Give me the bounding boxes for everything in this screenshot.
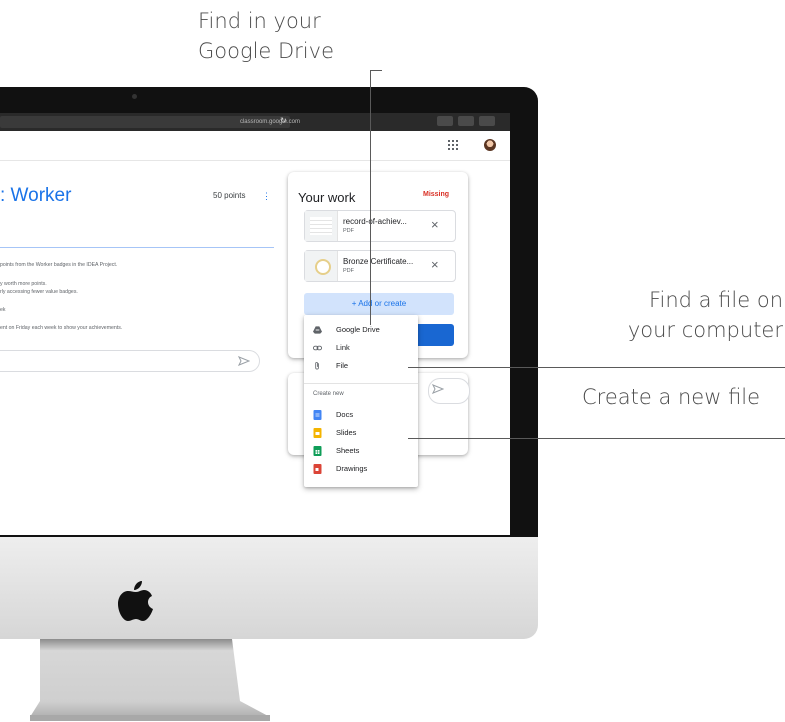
menu-item-label: Slides: [336, 428, 357, 437]
avatar[interactable]: [484, 139, 496, 151]
remove-attachment-icon[interactable]: ×: [431, 218, 439, 232]
menu-item-sheets[interactable]: Sheets: [304, 442, 418, 460]
your-work-title: Your work: [298, 190, 356, 205]
sheets-icon: [313, 446, 322, 456]
menu-item-docs[interactable]: Docs: [304, 406, 418, 424]
slides-icon: [313, 428, 322, 438]
apple-logo-icon: [118, 581, 153, 621]
description-line: rly accessing fewer value badges.: [0, 289, 78, 295]
screen: classroom.google.com ↻ : Worker 50 point…: [0, 113, 510, 535]
remove-attachment-icon[interactable]: ×: [431, 258, 439, 272]
callout-create: Create a new file: [582, 385, 761, 409]
add-or-create-label: + Add or create: [351, 299, 407, 308]
webcam: [132, 94, 137, 99]
leader-line-computer: [408, 367, 785, 368]
attachment[interactable]: Bronze Certificate... PDF ×: [304, 250, 456, 282]
file-type: PDF: [343, 228, 354, 234]
leader-line-create: [408, 438, 785, 439]
imac-chin: [0, 537, 538, 639]
callout-drive-line2: Google Drive: [198, 39, 334, 63]
description-line: y worth more points.: [0, 281, 47, 287]
attachment[interactable]: record-of-achiev... PDF ×: [304, 210, 456, 242]
leader-line-drive-horizontal: [370, 70, 382, 71]
menu-item-slides[interactable]: Slides: [304, 424, 418, 442]
callout-computer-line1: Find a file on: [648, 288, 783, 312]
google-drive-icon: [313, 326, 322, 334]
status-badge: Missing: [423, 191, 450, 198]
new-tab-button[interactable]: [479, 116, 495, 126]
address-url: classroom.google.com: [239, 119, 300, 125]
leader-line-drive-vertical: [370, 70, 371, 325]
header-divider: [0, 160, 510, 161]
docs-icon: [313, 410, 322, 420]
browser-toolbar: classroom.google.com ↻: [0, 113, 510, 131]
callout-drive: Find in your Google Drive: [198, 6, 334, 66]
menu-item-label: Link: [336, 343, 350, 352]
tabs-button[interactable]: [458, 116, 474, 126]
menu-item-file[interactable]: File: [304, 357, 418, 375]
apps-grid-icon[interactable]: [448, 140, 458, 150]
menu-item-label: Google Drive: [336, 325, 380, 334]
menu-divider: [304, 383, 418, 384]
menu-item-label: Docs: [336, 410, 354, 419]
class-comment-input[interactable]: [0, 350, 260, 372]
send-icon[interactable]: [238, 356, 250, 366]
callout-computer: Find a file on your computer: [603, 285, 783, 345]
assignment-title: : Worker: [0, 185, 72, 206]
turn-in-button[interactable]: [414, 324, 454, 346]
add-or-create-menu: Google Drive Link File Create new Docs S…: [304, 315, 418, 487]
callout-computer-line2: your computer: [627, 318, 783, 342]
drawings-icon: [313, 464, 322, 474]
callout-drive-line1: Find in your: [198, 9, 321, 33]
imac-stand: [30, 639, 270, 721]
menu-item-label: Sheets: [336, 446, 360, 455]
share-button[interactable]: [437, 116, 453, 126]
link-icon: [313, 345, 322, 351]
title-rule: [0, 247, 274, 248]
assignment-points: 50 points: [213, 191, 246, 200]
file-name: record-of-achiev...: [343, 217, 407, 226]
file-thumbnail: [305, 211, 338, 241]
description-line: ent on Friday each week to show your ach…: [0, 325, 123, 331]
reload-icon[interactable]: ↻: [280, 116, 288, 126]
paperclip-icon: [315, 361, 319, 370]
menu-item-label: Drawings: [336, 464, 368, 473]
menu-section-label: Create new: [313, 391, 344, 397]
menu-item-google-drive[interactable]: Google Drive: [304, 321, 418, 339]
file-type: PDF: [343, 268, 354, 274]
file-name: Bronze Certificate...: [343, 257, 414, 266]
menu-item-link[interactable]: Link: [304, 339, 418, 357]
menu-item-drawings[interactable]: Drawings: [304, 460, 418, 478]
menu-item-label: File: [336, 361, 349, 370]
certificate-thumbnail: [305, 251, 338, 281]
send-icon[interactable]: [432, 384, 444, 394]
description-line: ek: [0, 307, 6, 313]
description-line: points from the Worker badges in the IDE…: [0, 262, 118, 268]
more-icon[interactable]: ⋮: [262, 191, 271, 202]
